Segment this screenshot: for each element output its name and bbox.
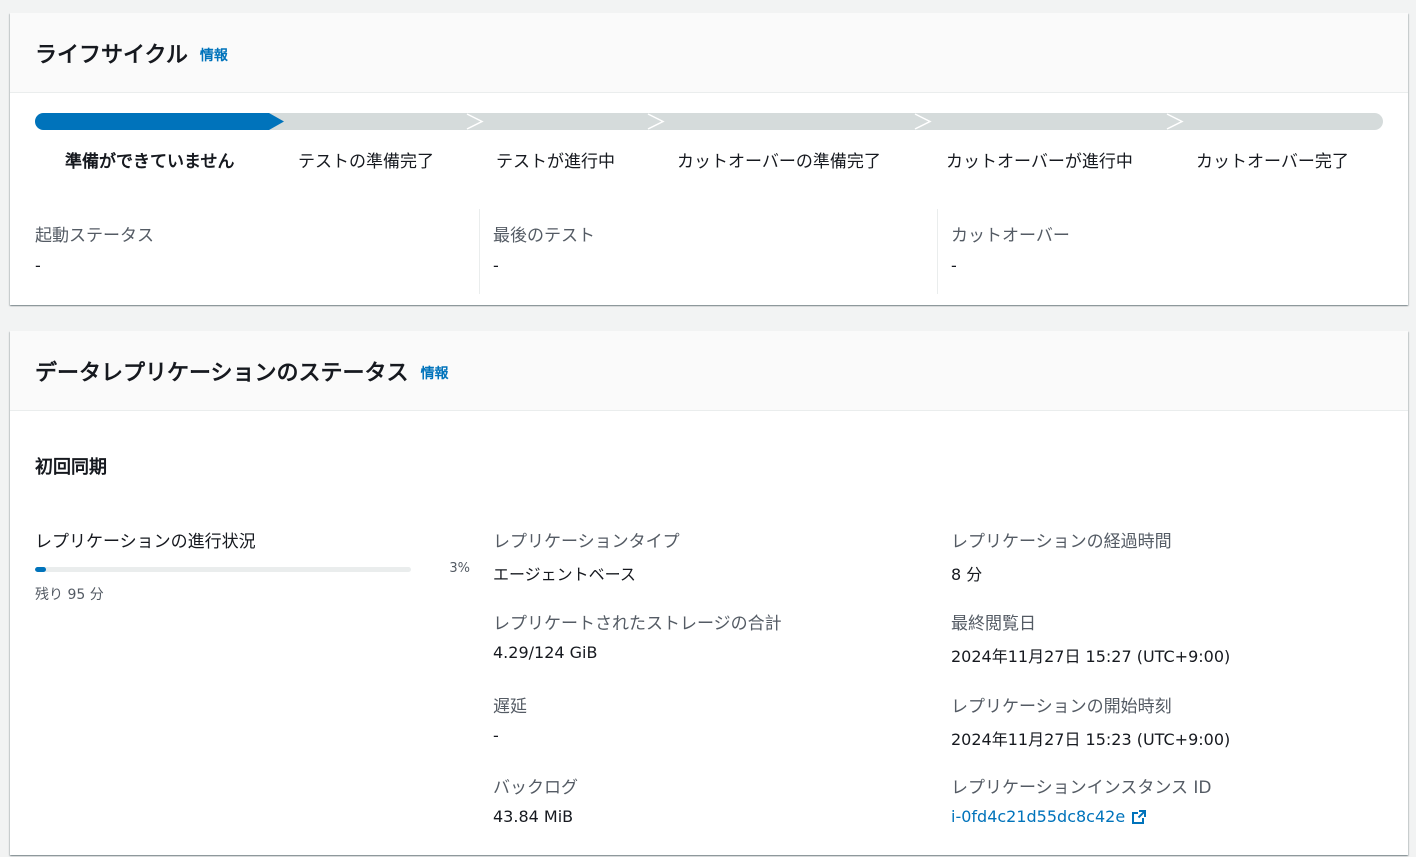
lifecycle-info-link[interactable]: 情報: [200, 45, 228, 65]
step-ready-for-cutover: カットオーバーの準備完了: [677, 152, 881, 172]
stepper-labels: 準備ができていません テストの準備完了 テストが進行中 カットオーバーの準備完了…: [35, 147, 1383, 175]
cutover-label: カットオーバー: [951, 226, 1070, 246]
lifecycle-stepper: [35, 113, 1383, 130]
replication-backlog-value: 43.84 MiB: [493, 807, 574, 826]
lifecycle-panel: ライフサイクル 情報 準備ができていません テストの準備完了 テストが進行中 カ…: [10, 13, 1408, 305]
replication-start-time: レプリケーションの開始時刻 2024年11月27日 15:23 (UTC+9:0…: [951, 692, 1230, 750]
replication-panel: データレプリケーションのステータス 情報 初回同期 レプリケーションの進行状況 …: [10, 331, 1408, 855]
replication-backlog-label: バックログ: [493, 778, 578, 798]
launch-status: 起動ステータス -: [35, 209, 479, 294]
launch-status-label: 起動ステータス: [35, 226, 154, 246]
replication-backlog: バックログ 43.84 MiB: [493, 773, 578, 826]
cutover: カットオーバー -: [937, 209, 1383, 294]
replication-start-time-label: レプリケーションの開始時刻: [951, 697, 1172, 717]
last-seen-value: 2024年11月27日 15:27 (UTC+9:00): [951, 647, 1231, 666]
initial-sync-title: 初回同期: [35, 457, 107, 478]
replication-start-time-value: 2024年11月27日 15:23 (UTC+9:00): [951, 730, 1231, 749]
progress-percent: 3%: [449, 561, 470, 576]
replication-elapsed-label: レプリケーションの経過時間: [951, 532, 1172, 552]
last-test-label: 最後のテスト: [493, 226, 595, 246]
launch-status-value: -: [35, 256, 41, 275]
replication-progress-label: レプリケーションの進行状況: [35, 532, 256, 552]
replication-info-link[interactable]: 情報: [421, 363, 449, 383]
step-not-ready: 準備ができていません: [65, 152, 235, 172]
replicated-storage-value: 4.29/124 GiB: [493, 643, 598, 662]
last-seen-label: 最終閲覧日: [951, 614, 1036, 634]
replication-lag-value: -: [493, 726, 499, 745]
replication-type: レプリケーションタイプ エージェントベース: [493, 527, 680, 585]
replication-instance-id: レプリケーションインスタンス ID i-0fd4c21d55dc8c42e: [951, 773, 1212, 826]
replication-elapsed-value: 8 分: [951, 565, 983, 584]
cutover-value: -: [951, 256, 957, 275]
last-test-value: -: [493, 256, 499, 275]
last-test: 最後のテスト -: [479, 209, 937, 294]
progress-bar-track: [35, 567, 411, 572]
external-link-icon: [1132, 809, 1147, 824]
replication-elapsed: レプリケーションの経過時間 8 分: [951, 527, 1172, 585]
replication-header: データレプリケーションのステータス 情報: [10, 331, 1408, 411]
stepper-active-segment: [35, 113, 284, 130]
instance-id-link-text: i-0fd4c21d55dc8c42e: [951, 807, 1126, 826]
replication-progress: レプリケーションの進行状況 3% 残り 95 分: [35, 527, 470, 604]
step-test-in-progress: テストが進行中: [496, 152, 615, 172]
progress-remaining: 残り 95 分: [35, 587, 104, 603]
replicated-storage-label: レプリケートされたストレージの合計: [493, 614, 782, 634]
step-ready-for-testing: テストの準備完了: [298, 152, 434, 172]
step-cutover-in-progress: カットオーバーが進行中: [946, 152, 1133, 172]
replication-progress-row: 3%: [35, 560, 470, 580]
lifecycle-title: ライフサイクル: [35, 42, 188, 68]
step-cutover-complete: カットオーバー完了: [1196, 152, 1349, 172]
replication-type-label: レプリケーションタイプ: [493, 532, 680, 552]
progress-bar-fill: [35, 567, 47, 572]
replication-title: データレプリケーションのステータス: [35, 360, 409, 386]
instance-id-link[interactable]: i-0fd4c21d55dc8c42e: [951, 807, 1147, 826]
replication-lag: 遅延 -: [493, 692, 527, 745]
replication-type-value: エージェントベース: [493, 565, 636, 584]
last-seen: 最終閲覧日 2024年11月27日 15:27 (UTC+9:00): [951, 609, 1230, 667]
lifecycle-header: ライフサイクル 情報: [10, 13, 1408, 93]
replication-lag-label: 遅延: [493, 697, 527, 717]
replication-instance-id-label: レプリケーションインスタンス ID: [951, 778, 1212, 798]
replicated-storage: レプリケートされたストレージの合計 4.29/124 GiB: [493, 609, 782, 662]
